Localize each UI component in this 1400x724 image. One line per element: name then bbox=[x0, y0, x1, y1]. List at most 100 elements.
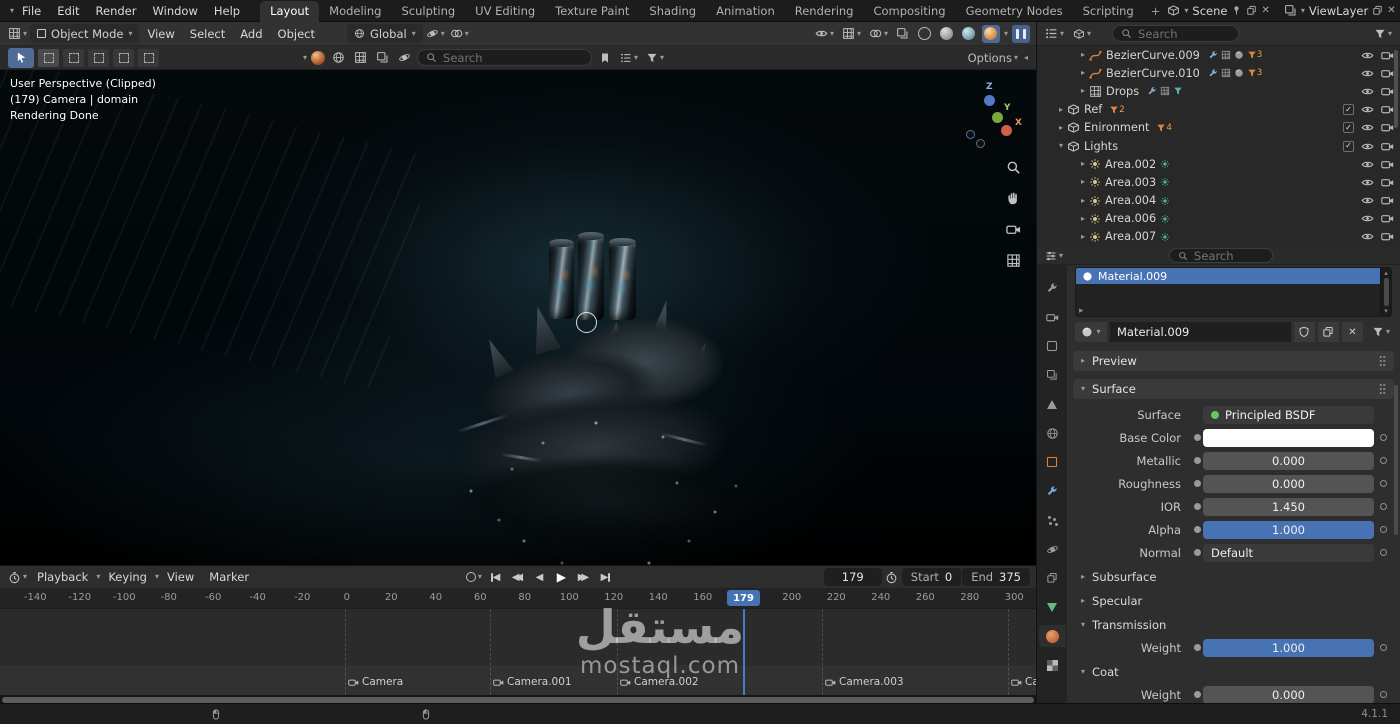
hide-eye-toggle[interactable] bbox=[1361, 194, 1374, 207]
tab-world[interactable] bbox=[1039, 422, 1066, 444]
material-name-input[interactable] bbox=[1110, 325, 1291, 339]
zoom-button[interactable] bbox=[1002, 156, 1024, 178]
hide-eye-toggle[interactable] bbox=[1361, 176, 1374, 189]
tab-tool[interactable] bbox=[1039, 277, 1066, 299]
outliner-row-collection[interactable]: ▸ Ref 2 ✓ bbox=[1037, 101, 1400, 119]
rotation-gizmo-ring[interactable] bbox=[576, 312, 597, 333]
tab-uv-editing[interactable]: UV Editing bbox=[465, 1, 545, 22]
properties-editor-type-button[interactable]: ▾ bbox=[1043, 247, 1065, 265]
chevron-down-icon[interactable]: ▾ bbox=[303, 53, 307, 62]
keyframe-decorator[interactable] bbox=[1374, 434, 1392, 441]
outliner-row[interactable]: ▸ BezierCurve.009 3 bbox=[1037, 46, 1400, 64]
outliner-scrollbar[interactable] bbox=[1394, 50, 1398, 128]
chevron-down-icon[interactable]: ▾ bbox=[1301, 6, 1305, 15]
node-socket[interactable] bbox=[1191, 549, 1203, 556]
geometry-nodes-icon[interactable] bbox=[1160, 86, 1170, 96]
shading-wireframe-button[interactable] bbox=[916, 25, 934, 43]
outliner-row-collection[interactable]: ▾ Lights ✓ bbox=[1037, 137, 1400, 155]
tab-view-layer[interactable] bbox=[1039, 364, 1066, 386]
scroll-thumb[interactable] bbox=[1383, 278, 1389, 306]
frame-end-field[interactable]: End 375 bbox=[962, 568, 1030, 586]
funnel-icon[interactable] bbox=[1173, 86, 1183, 96]
tab-physics[interactable] bbox=[1039, 538, 1066, 560]
properties-search[interactable] bbox=[1169, 248, 1274, 263]
expand-icon[interactable]: ▸ bbox=[1081, 232, 1085, 241]
panel-preview[interactable]: ▸ Preview bbox=[1073, 351, 1394, 371]
pan-button[interactable] bbox=[1002, 187, 1024, 209]
outliner-row-light[interactable]: ▸ Area.004 bbox=[1037, 192, 1400, 210]
menu-view[interactable]: View bbox=[140, 27, 181, 41]
unlink-material-button[interactable]: ✕ bbox=[1341, 322, 1363, 342]
material-data-icon[interactable] bbox=[1234, 50, 1244, 60]
light-data-icon[interactable] bbox=[1160, 232, 1170, 242]
node-socket[interactable] bbox=[1191, 480, 1203, 487]
outliner-search-input[interactable] bbox=[1138, 26, 1231, 41]
pin-icon[interactable] bbox=[1231, 5, 1242, 16]
menu-edit[interactable]: Edit bbox=[49, 0, 87, 22]
hide-eye-toggle[interactable] bbox=[1361, 212, 1374, 225]
scene-selector[interactable]: ▾ Scene ✕ bbox=[1167, 4, 1270, 18]
hide-eye-toggle[interactable] bbox=[1361, 140, 1374, 153]
visibility-dropdown[interactable]: ▾ bbox=[813, 25, 836, 43]
play-button[interactable]: ▶ bbox=[551, 568, 572, 587]
render-camera-toggle[interactable] bbox=[1381, 230, 1394, 243]
hide-eye-toggle[interactable] bbox=[1361, 85, 1374, 98]
panel-specular[interactable]: ▸ Specular bbox=[1067, 590, 1400, 612]
expand-icon[interactable]: ▸ bbox=[1081, 196, 1085, 205]
use-preview-range-toggle[interactable] bbox=[883, 568, 901, 586]
close-icon[interactable]: ✕ bbox=[1261, 5, 1269, 16]
expand-icon[interactable]: ▸ bbox=[1059, 123, 1063, 132]
keyframe-decorator[interactable] bbox=[1374, 526, 1392, 533]
base-color-swatch[interactable] bbox=[1203, 428, 1374, 447]
jump-to-start-button[interactable]: ◀ bbox=[485, 568, 506, 587]
material-data-icon[interactable] bbox=[1234, 68, 1244, 78]
timeline-marker[interactable]: Camera.001 bbox=[493, 676, 572, 688]
layers-icon-button[interactable] bbox=[373, 49, 391, 67]
tab-sculpting[interactable]: Sculpting bbox=[391, 1, 465, 22]
filter-button[interactable]: ▾ bbox=[644, 49, 666, 67]
timeline-editor-type-button[interactable]: ▾ bbox=[6, 568, 29, 586]
render-camera-toggle[interactable] bbox=[1381, 176, 1394, 189]
timeline-marker[interactable]: Ca bbox=[1011, 676, 1036, 688]
shading-ball-icon[interactable] bbox=[311, 50, 326, 65]
timeline-marker[interactable]: Camera.003 bbox=[825, 676, 904, 688]
tab-shading[interactable]: Shading bbox=[639, 1, 706, 22]
copy-icon[interactable] bbox=[1246, 5, 1257, 16]
keyframe-decorator[interactable] bbox=[1374, 549, 1392, 556]
tab-object-data[interactable] bbox=[1039, 596, 1066, 618]
geometry-nodes-icon[interactable] bbox=[1221, 50, 1231, 60]
keyframe-decorator[interactable] bbox=[1374, 457, 1392, 464]
outliner-search[interactable] bbox=[1112, 25, 1240, 42]
hide-eye-toggle[interactable] bbox=[1361, 158, 1374, 171]
axis-neg-ball[interactable] bbox=[966, 130, 975, 139]
xray-toggle[interactable] bbox=[894, 25, 912, 43]
can-object[interactable] bbox=[549, 239, 574, 319]
menu-keying[interactable]: Keying bbox=[101, 570, 154, 584]
tab-modifiers[interactable] bbox=[1039, 480, 1066, 502]
list-view-button[interactable]: ▾ bbox=[618, 49, 640, 67]
shading-material-button[interactable] bbox=[960, 25, 978, 43]
axis-neg-ball[interactable] bbox=[976, 139, 985, 148]
viewport-search[interactable] bbox=[417, 49, 593, 66]
axis-z-ball[interactable] bbox=[984, 95, 995, 106]
tab-texture[interactable] bbox=[1039, 654, 1066, 676]
timeline-marker[interactable]: Camera bbox=[348, 676, 403, 688]
hide-eye-toggle[interactable] bbox=[1361, 103, 1374, 116]
select-mode-invert[interactable] bbox=[113, 48, 134, 67]
timeline-ruler[interactable]: -140 -120 -100 -80 -60 -40 -20 0 20 40 6… bbox=[0, 588, 1036, 609]
jump-to-end-button[interactable]: ▶ bbox=[595, 568, 616, 587]
hide-eye-toggle[interactable] bbox=[1361, 230, 1374, 243]
scroll-up-icon[interactable]: ▴ bbox=[1384, 269, 1388, 277]
panel-surface[interactable]: ▾ Surface bbox=[1073, 379, 1394, 399]
proportional-edit-toggle[interactable]: ▾ bbox=[448, 25, 471, 43]
current-frame-field[interactable]: 179 bbox=[823, 568, 882, 586]
normal-dropdown[interactable]: Default bbox=[1203, 543, 1374, 562]
metallic-slider[interactable]: 0.000 bbox=[1203, 451, 1374, 470]
select-mode-subtract[interactable] bbox=[88, 48, 109, 67]
collection-checkbox[interactable]: ✓ bbox=[1343, 104, 1354, 116]
light-data-icon[interactable] bbox=[1160, 196, 1170, 206]
panel-transmission[interactable]: ▾ Transmission bbox=[1067, 614, 1400, 636]
chevron-down-icon[interactable]: ▾ bbox=[441, 29, 445, 38]
alpha-slider[interactable]: 1.000 bbox=[1203, 520, 1374, 539]
properties-scrollbar[interactable] bbox=[1394, 385, 1398, 535]
